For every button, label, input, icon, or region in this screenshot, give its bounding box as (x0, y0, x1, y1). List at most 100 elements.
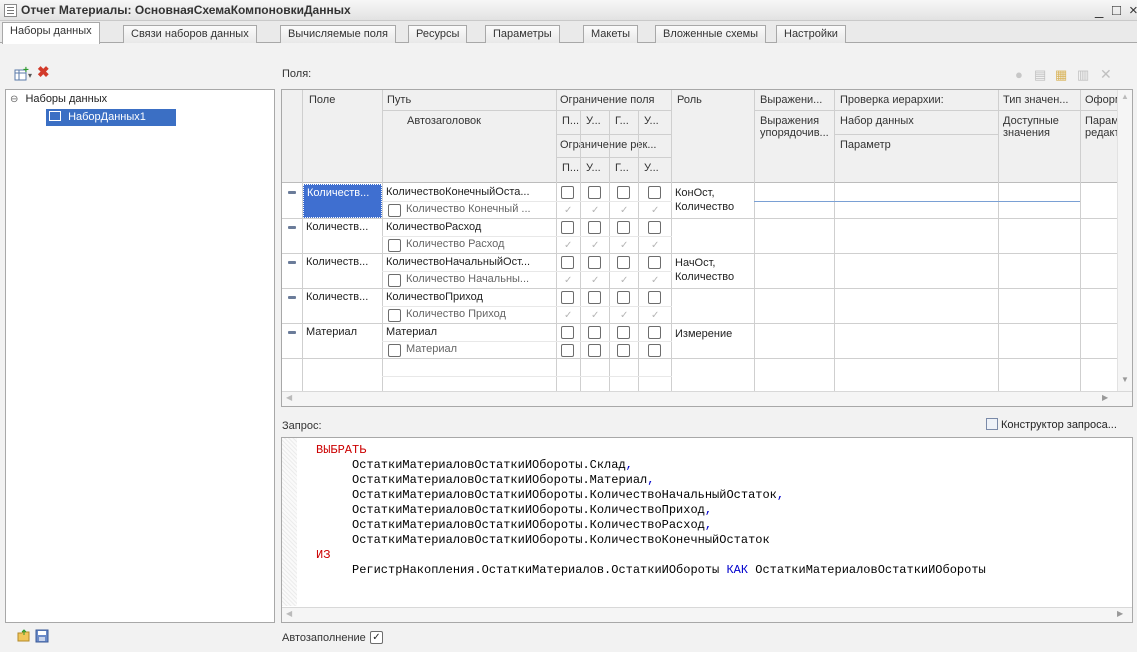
query-editor[interactable]: ВЫБРАТЬ ОстаткиМатериаловОстаткиИОбороты… (281, 437, 1133, 623)
row-title[interactable]: Количество Расход (406, 236, 554, 253)
add-icon[interactable]: + ▾ (14, 65, 34, 85)
grid-vertical-scrollbar[interactable]: ▲ ▼ (1117, 90, 1132, 406)
autotitle-checkbox[interactable] (388, 239, 401, 252)
row-collapse-icon[interactable] (288, 296, 296, 299)
check-icon[interactable]: ✓ (620, 204, 628, 217)
autotitle-checkbox[interactable] (388, 309, 401, 322)
check-icon[interactable]: ✓ (620, 309, 628, 322)
restrict-checkbox[interactable] (561, 186, 574, 199)
green-circle-icon[interactable]: ● (1015, 67, 1023, 83)
header-type: Тип значен... (1003, 94, 1069, 106)
tab-parameters[interactable]: Параметры (485, 25, 560, 43)
tree-item-dataset1[interactable]: НаборДанных1 (46, 109, 176, 126)
close-button[interactable]: × (1129, 0, 1137, 21)
check-icon[interactable]: ✓ (651, 309, 659, 322)
row-title[interactable]: Количество Приход (406, 306, 554, 323)
restrict-checkbox[interactable] (648, 326, 661, 339)
check-icon[interactable]: ✓ (564, 274, 572, 287)
row-path[interactable]: КоличествоКонечныйОста... (386, 184, 554, 201)
check-icon[interactable]: ✓ (591, 204, 599, 217)
query-horizontal-scrollbar[interactable]: ◀ ▶ (282, 607, 1132, 622)
minimize-button[interactable]: _ (1095, 0, 1103, 21)
delete-icon[interactable]: ✖ (37, 65, 50, 81)
check-icon[interactable]: ✓ (564, 204, 572, 217)
restrict-checkbox[interactable] (648, 256, 661, 269)
row-title[interactable]: Количество Начальны... (406, 271, 554, 288)
restrict-checkbox[interactable] (648, 291, 661, 304)
row-role[interactable]: НачОст, Количество (675, 256, 751, 284)
check-icon[interactable]: ✓ (651, 204, 659, 217)
row-collapse-icon[interactable] (288, 331, 296, 334)
restrict-req-checkbox[interactable] (561, 344, 574, 357)
restrict-checkbox[interactable] (617, 186, 630, 199)
restrict-checkbox[interactable] (648, 186, 661, 199)
autotitle-checkbox[interactable] (388, 344, 401, 357)
restrict-checkbox[interactable] (561, 221, 574, 234)
folder-icon[interactable] (17, 629, 31, 646)
row-title[interactable]: Материал (406, 341, 554, 358)
copy-icon[interactable]: ▤ (1034, 67, 1046, 83)
row-path[interactable]: КоличествоПриход (386, 289, 554, 306)
restrict-checkbox[interactable] (588, 256, 601, 269)
row-collapse-icon[interactable] (288, 191, 296, 194)
row-role[interactable]: Измерение (675, 326, 751, 343)
restrict-checkbox[interactable] (561, 256, 574, 269)
tree-root[interactable]: ⊖ Наборы данных (10, 91, 270, 108)
query-constructor-button[interactable]: Конструктор запроса... (986, 418, 1117, 431)
restrict-checkbox[interactable] (617, 326, 630, 339)
restrict-req-checkbox[interactable] (617, 344, 630, 357)
restrict-checkbox[interactable] (588, 221, 601, 234)
check-icon[interactable]: ✓ (620, 274, 628, 287)
header-path: Путь (387, 94, 412, 106)
add-field-icon[interactable]: ▦ (1055, 67, 1067, 83)
move-icon[interactable]: ▥ (1077, 67, 1089, 83)
row-collapse-icon[interactable] (288, 226, 296, 229)
autofill-checkbox[interactable]: ✓ (370, 631, 383, 644)
row-title[interactable]: Количество Конечный ... (406, 201, 554, 218)
tab-templates[interactable]: Макеты (583, 25, 639, 43)
autotitle-checkbox[interactable] (388, 204, 401, 217)
check-icon[interactable]: ✓ (564, 239, 572, 252)
tab-nested-schemas[interactable]: Вложенные схемы (655, 25, 767, 43)
row-collapse-icon[interactable] (288, 261, 296, 264)
check-icon[interactable]: ✓ (651, 239, 659, 252)
restrict-checkbox[interactable] (617, 256, 630, 269)
restrict-checkbox[interactable] (588, 291, 601, 304)
check-icon[interactable]: ✓ (591, 274, 599, 287)
row-field[interactable]: Количеств... (306, 254, 382, 271)
row-field[interactable]: Количеств... (306, 219, 382, 236)
tab-datasets[interactable]: Наборы данных (2, 22, 100, 44)
collapse-icon[interactable]: ⊖ (10, 94, 18, 105)
row-field[interactable]: Количеств... (303, 184, 382, 218)
restrict-checkbox[interactable] (617, 221, 630, 234)
autotitle-checkbox[interactable] (388, 274, 401, 287)
restrict-req-checkbox[interactable] (588, 344, 601, 357)
tab-dataset-links[interactable]: Связи наборов данных (123, 25, 257, 43)
save-icon[interactable] (35, 629, 49, 646)
restrict-checkbox[interactable] (588, 326, 601, 339)
grid-horizontal-scrollbar[interactable]: ◀ ▶ (282, 391, 1132, 406)
row-field[interactable]: Материал (306, 324, 382, 341)
check-icon[interactable]: ✓ (651, 274, 659, 287)
row-path[interactable]: Материал (386, 324, 554, 341)
restrict-checkbox[interactable] (588, 186, 601, 199)
restrict-checkbox[interactable] (648, 221, 661, 234)
restrict-req-checkbox[interactable] (648, 344, 661, 357)
clear-icon[interactable]: ✕ (1100, 66, 1112, 82)
tab-settings[interactable]: Настройки (776, 25, 846, 43)
restrict-checkbox[interactable] (617, 291, 630, 304)
check-icon[interactable]: ✓ (620, 239, 628, 252)
restrict-checkbox[interactable] (561, 291, 574, 304)
row-path[interactable]: КоличествоНачальныйОст... (386, 254, 554, 271)
row-path[interactable]: КоличествоРасход (386, 219, 554, 236)
row-field[interactable]: Количеств... (306, 289, 382, 306)
tab-resources[interactable]: Ресурсы (408, 25, 468, 43)
query-label: Запрос: (282, 420, 322, 432)
restrict-checkbox[interactable] (561, 326, 574, 339)
check-icon[interactable]: ✓ (591, 309, 599, 322)
check-icon[interactable]: ✓ (564, 309, 572, 322)
maximize-button[interactable]: □ (1112, 0, 1121, 21)
check-icon[interactable]: ✓ (591, 239, 599, 252)
row-role[interactable]: КонОст, Количество (675, 186, 751, 214)
tab-calculated-fields[interactable]: Вычисляемые поля (280, 25, 396, 43)
